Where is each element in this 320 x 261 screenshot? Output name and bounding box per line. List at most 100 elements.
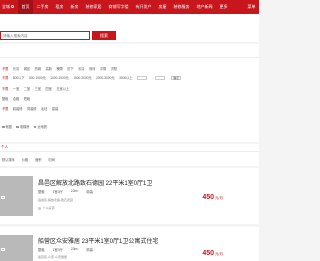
tab-personal[interactable]: 个人 (0, 145, 8, 150)
nav-item-rent[interactable]: 租房 (52, 0, 67, 14)
filter-option[interactable]: 高新 (46, 66, 52, 71)
filter-option[interactable]: 四室 (46, 86, 52, 91)
spec-item: 1室0厅 (52, 248, 63, 252)
filter-row-decoration: 不限 精装修 简装修 毛坯 豪装 (2, 106, 63, 111)
filter-option[interactable]: 商河 (89, 66, 95, 71)
avatar-icon (38, 206, 41, 210)
listing-title[interactable]: 昌邑区解放北路致石德园 22平米1室0厅1卫 (38, 178, 152, 187)
spec-item: 精装 (86, 190, 93, 194)
filter-option[interactable]: 三室 (35, 86, 41, 91)
nav-item-news[interactable]: 地产新闻 (193, 0, 216, 14)
filter-option[interactable]: 1000-1500元 (50, 75, 68, 80)
sort-time[interactable]: 时间 (49, 157, 55, 162)
filter-option[interactable]: 槐荫 (56, 66, 62, 71)
price-value: 450 (202, 194, 215, 201)
filter-option[interactable]: 长清 (13, 66, 19, 71)
checkbox-icon (16, 125, 19, 129)
nav-item-secondhand[interactable]: 二手房 (33, 0, 52, 14)
search-area: 搜索 (0, 14, 259, 42)
filter-option[interactable]: 简装修 (27, 106, 37, 111)
city-selector[interactable]: 全城 (0, 4, 18, 10)
filter-option[interactable]: 五室以上 (56, 86, 69, 91)
filter-header (0, 44, 259, 58)
filter-option[interactable]: 平阴 (100, 66, 106, 71)
nav-item-home[interactable]: 首页 (18, 0, 33, 14)
filter-option[interactable]: 2000-3000元 (96, 75, 114, 80)
sort-price[interactable]: 价格 (22, 157, 28, 162)
filter-option[interactable]: 毛坯 (41, 106, 47, 111)
nav-item-commercial[interactable]: 商铺写字楼 (105, 0, 132, 14)
listing-address: 船营区-众安-众安雅居 (38, 255, 67, 259)
filter-option[interactable]: 不限 (2, 106, 8, 111)
listing-thumbnail[interactable] (0, 235, 33, 261)
price-min-input[interactable] (137, 75, 148, 80)
menu-button[interactable]: 菜单 (244, 0, 259, 14)
spec-item: 1室0厅 (52, 190, 63, 194)
nav-item-new[interactable]: 新房 (67, 0, 82, 14)
filter-option[interactable]: 1500-2000元 (73, 75, 91, 80)
spec-item: 22m² (70, 189, 79, 193)
filter-option[interactable]: 二室 (24, 86, 30, 91)
filter-option[interactable]: 济阳 (111, 66, 117, 71)
price-unit: 元/月 (215, 196, 223, 200)
location-pin-icon (11, 5, 14, 9)
checkbox-icon (2, 125, 5, 129)
price-separator: - (152, 75, 154, 80)
filter-option[interactable]: 合租 (13, 96, 19, 101)
filter-option[interactable]: 3000以上 (119, 75, 132, 80)
filter-option[interactable]: 整租 (2, 96, 8, 101)
listing-address: 昌邑区-解放北路-致石德园 (38, 198, 73, 202)
price-unit: 元/月 (215, 252, 223, 256)
sort-panel: 个人 默认排序 价格 面积 时间 (0, 144, 259, 166)
filter-checkbox[interactable]: 有图 (2, 124, 12, 129)
sort-options: 默认排序 价格 面积 时间 (2, 157, 62, 162)
listing-specs: 整租 1室0厅 23m² 精装 (38, 247, 101, 252)
filter-option[interactable]: 不限 (2, 75, 8, 80)
listing-price: 450元/月 (202, 194, 223, 201)
nav-item-service[interactable]: 装修服务 (170, 0, 193, 14)
agent-label: 个人房源 (42, 206, 55, 210)
listing-thumbnail[interactable] (0, 176, 33, 216)
filter-option[interactable]: 精装修 (13, 106, 23, 111)
listing-card[interactable]: 船营区众安雅居 23平米1室0厅1卫公寓式住宅 整租 1室0厅 23m² 精装 … (0, 227, 259, 261)
nav-item-house[interactable]: 房屋 (155, 0, 170, 14)
spec-item: 整租 (38, 248, 45, 252)
spec-item: 23m² (70, 247, 79, 251)
filter-option[interactable]: 不限 (2, 66, 8, 71)
filter-row-features: 有图 电梯房 近地铁 (2, 124, 52, 129)
filter-option[interactable]: 500-1000元 (29, 75, 46, 80)
image-icon (1, 196, 5, 199)
filter-option[interactable]: 短租 (24, 96, 30, 101)
spec-item: 精装 (86, 248, 93, 252)
filter-option[interactable]: 500以下 (13, 75, 25, 80)
spec-item: 整租 (38, 190, 45, 194)
filter-option[interactable]: 一室 (13, 86, 19, 91)
filter-panel: 不限 长清 城区 历城 高新 槐荫 历下 长清 商河 平阴 济阳 不限 500以… (0, 44, 259, 142)
search-button[interactable]: 搜索 (92, 31, 116, 40)
nav-item-decoration[interactable]: 装修家居 (82, 0, 105, 14)
listing-agent: 个人房源 (38, 206, 55, 210)
checkbox-label: 电梯房 (19, 125, 30, 129)
search-input[interactable] (0, 31, 90, 40)
listing-card[interactable]: 昌邑区解放北路致石德园 22平米1室0厅1卫 整租 1室0厅 22m² 精装 昌… (0, 168, 259, 224)
filter-option[interactable]: 历城 (35, 66, 41, 71)
filter-option[interactable]: 历下 (67, 66, 73, 71)
image-icon (1, 248, 5, 251)
sort-area[interactable]: 面积 (35, 157, 41, 162)
nav-item-development[interactable]: 有开发产 (132, 0, 155, 14)
city-label: 全城 (2, 4, 10, 9)
price-max-input[interactable] (154, 75, 165, 80)
sort-default[interactable]: 默认排序 (2, 157, 15, 162)
listing-title[interactable]: 船营区众安雅居 23平米1室0厅1卫公寓式住宅 (38, 236, 158, 245)
filter-option[interactable]: 长清 (78, 66, 84, 71)
price-confirm-button[interactable]: 确定 (171, 75, 182, 80)
filter-checkbox[interactable]: 近地铁 (33, 124, 47, 129)
nav-item-more[interactable]: 更多 (216, 0, 231, 14)
filter-option[interactable]: 豪装 (52, 106, 58, 111)
price-value: 450 (202, 250, 215, 257)
checkbox-label: 近地铁 (37, 125, 47, 129)
filter-option[interactable]: 城区 (24, 66, 30, 71)
filter-option[interactable]: 不限 (2, 86, 8, 91)
checkbox-label: 有图 (5, 125, 12, 129)
filter-checkbox[interactable]: 电梯房 (16, 124, 29, 129)
